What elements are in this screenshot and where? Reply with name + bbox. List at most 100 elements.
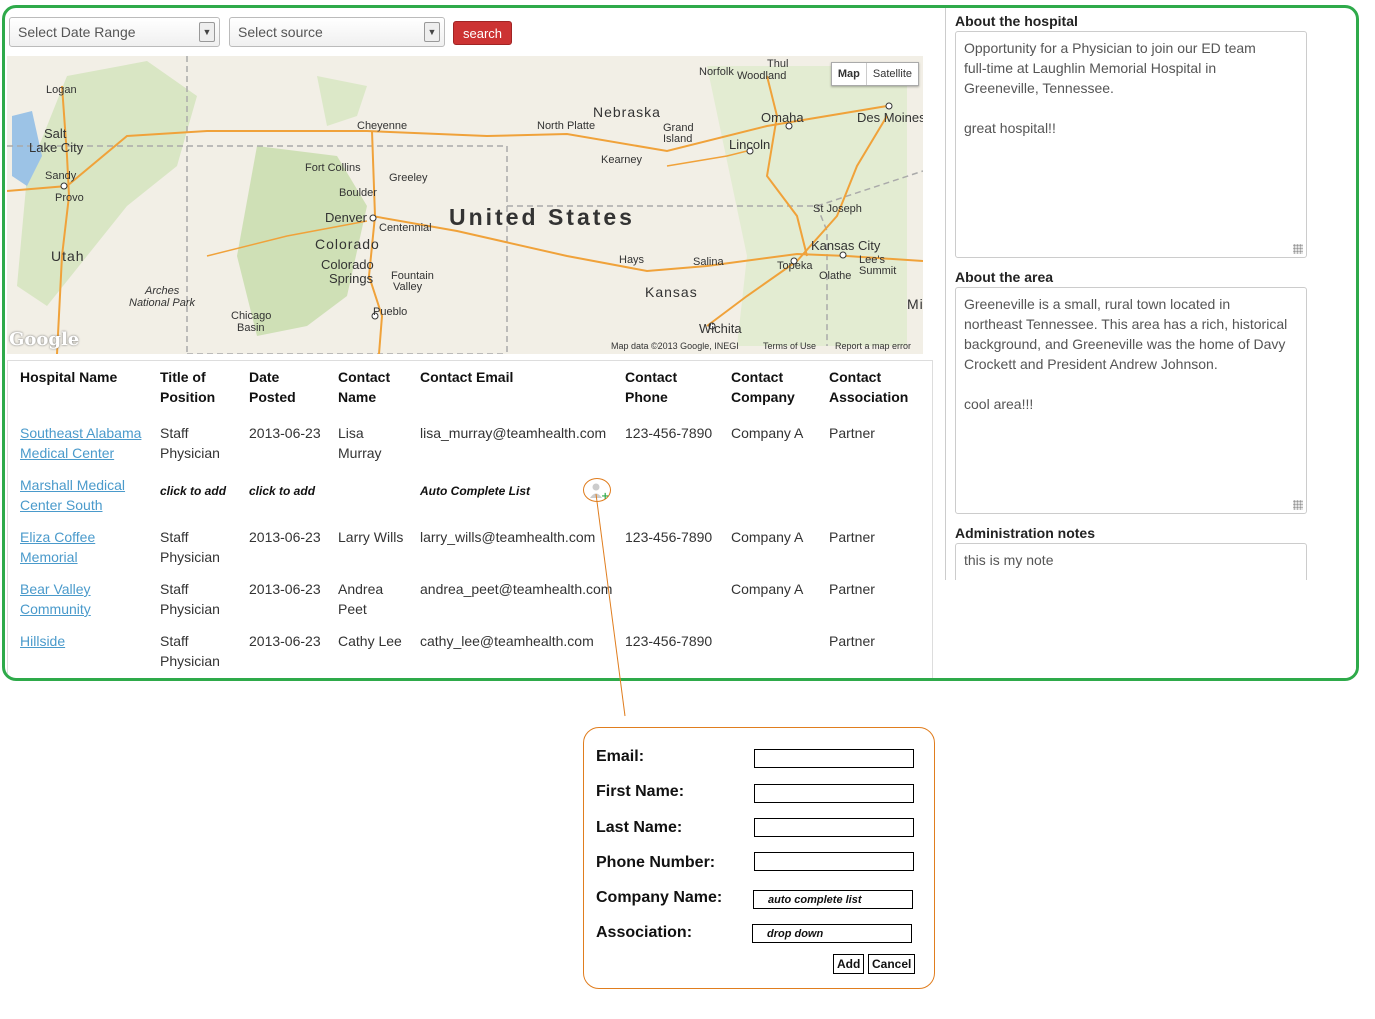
date-cell: 2013-06-23: [249, 529, 321, 545]
map-label: Island: [663, 133, 693, 145]
last-name-label: Last Name:: [596, 819, 683, 836]
report-map-error-link[interactable]: Report a map error: [835, 341, 911, 351]
cancel-button[interactable]: Cancel: [868, 954, 916, 974]
map-view[interactable]: Logan Salt Lake City Sandy Provo Utah Ar…: [7, 56, 923, 354]
contact-name-cell: [332, 471, 414, 523]
title-click-to-add[interactable]: click to add: [154, 471, 243, 523]
map-label: Hays: [619, 254, 645, 266]
date-click-to-add[interactable]: click to add: [243, 471, 332, 523]
table-row: Hillside Staff Physician 2013-06-23 Cathy…: [14, 627, 923, 678]
date-cell: 2013-06-23: [249, 633, 321, 649]
map-type-map-button[interactable]: Map: [832, 63, 867, 85]
map-label: Thul: [767, 58, 789, 70]
map-label: Lincoln: [729, 137, 771, 152]
column-header: Contact Company: [731, 369, 795, 405]
contact-phone-cell: 123-456-7890: [625, 633, 713, 649]
contact-name-cell: Larry Wills: [338, 529, 404, 545]
hospital-link[interactable]: Eliza Coffee Memorial: [20, 529, 95, 565]
map-label: St Joseph: [813, 203, 862, 215]
contact-phone-cell: 123-456-7890: [625, 529, 713, 545]
about-area-title: About the area: [955, 269, 1054, 285]
about-hospital-textarea[interactable]: Opportunity for a Physician to join our …: [955, 31, 1307, 258]
city-marker-denver: [369, 214, 377, 222]
chevron-down-icon: ▼: [424, 22, 440, 42]
map-label: Colorado: [315, 236, 380, 252]
title-cell: Staff Physician: [160, 581, 220, 617]
contact-association-cell: Partner: [829, 529, 875, 545]
contact-email-cell: andrea_peet@teamhealth.com: [420, 581, 613, 597]
phone-number-field[interactable]: [754, 852, 914, 871]
map-label: Sandy: [45, 170, 77, 182]
column-header: Title of Position: [160, 369, 216, 405]
map-label: Boulder: [339, 187, 377, 199]
resize-grip-icon[interactable]: [1293, 500, 1303, 510]
map-label: Logan: [46, 84, 77, 96]
company-name-label: Company Name:: [596, 889, 723, 906]
left-column: Select Date Range ▼ Select source ▼ sear…: [5, 8, 943, 678]
last-name-field[interactable]: [754, 818, 914, 837]
association-dropdown[interactable]: [752, 924, 912, 943]
contact-company-cell: Company A: [731, 581, 804, 597]
map-label: Colorado: [321, 257, 374, 272]
contact-name-cell: Lisa Murray: [338, 425, 382, 461]
admin-notes-title: Administration notes: [955, 525, 1096, 541]
terms-of-use-link[interactable]: Terms of Use: [763, 341, 816, 351]
map-label: Omaha: [761, 110, 804, 125]
hospital-link[interactable]: Bear Valley Community: [20, 581, 91, 617]
title-cell: Staff Physician: [160, 425, 220, 461]
resize-grip-icon[interactable]: [1293, 244, 1303, 254]
map-label: Cheyenne: [357, 120, 408, 132]
first-name-label: First Name:: [596, 783, 685, 800]
map-label: Fort Collins: [305, 162, 361, 174]
map-label-country: United States: [449, 204, 635, 230]
map-label: Chicago: [231, 310, 272, 322]
map-type-satellite-button[interactable]: Satellite: [867, 63, 918, 85]
date-range-select[interactable]: Select Date Range ▼: [9, 17, 220, 47]
contact-association-cell: Partner: [829, 633, 875, 649]
add-button[interactable]: Add: [833, 954, 865, 974]
first-name-field[interactable]: [754, 784, 914, 803]
hospital-cell: Hillside: [14, 627, 154, 678]
contact-phone-cell: [619, 471, 725, 523]
city-marker-provo: [60, 182, 68, 190]
google-logo: Google: [9, 329, 80, 350]
column-header: Contact Association: [829, 369, 909, 405]
search-button[interactable]: search: [453, 21, 512, 45]
contact-name-cell: Andrea Peet: [338, 581, 384, 617]
map-label: Greeley: [389, 172, 428, 184]
table-row: Bear Valley Community Staff Physician 2013…: [14, 575, 923, 627]
map-label: Utah: [51, 248, 85, 264]
contact-company-cell: Company A: [731, 529, 804, 545]
map-label: Lake City: [29, 140, 84, 155]
map-label: Wichita: [699, 321, 742, 336]
map-label: Kearney: [601, 154, 642, 166]
column-header: Hospital Name: [20, 369, 118, 385]
map-label: Woodland: [737, 70, 787, 82]
company-name-autocomplete[interactable]: [753, 890, 913, 909]
hospital-cell: Southeast Alabama Medical Center: [14, 419, 154, 471]
map-label: Pueblo: [373, 306, 408, 318]
add-user-icon: +: [590, 483, 609, 502]
admin-notes-text: this is my note: [964, 552, 1054, 568]
map-label: Basin: [237, 322, 265, 334]
map-label: Springs: [329, 271, 374, 286]
chevron-down-icon: ▼: [199, 22, 215, 42]
hospital-link[interactable]: Marshall Medical Center South: [20, 477, 125, 513]
terrain-utah: [17, 61, 197, 306]
add-contact-button[interactable]: +: [583, 478, 611, 502]
city-marker-des-moines: [885, 102, 893, 110]
association-label: Association:: [596, 924, 693, 941]
contact-email-cell: cathy_lee@teamhealth.com: [420, 633, 594, 649]
title-cell: Staff Physician: [160, 529, 220, 565]
postings-table: Hospital Name Title of Position Date Poste…: [14, 363, 923, 678]
source-select[interactable]: Select source ▼: [229, 17, 445, 47]
hospital-link[interactable]: Hillside: [20, 633, 65, 649]
email-field[interactable]: [754, 749, 914, 768]
postings-table-container: Hospital Name Title of Position Date Poste…: [7, 360, 933, 678]
map-label: Olathe: [819, 270, 852, 282]
date-cell: 2013-06-23: [249, 581, 321, 597]
contact-name-cell: Cathy Lee: [338, 633, 402, 649]
hospital-link[interactable]: Southeast Alabama Medical Center: [20, 425, 141, 461]
map-data-attribution: Map data ©2013 Google, INEGI: [611, 341, 739, 351]
about-area-textarea[interactable]: Greeneville is a small, rural town locat…: [955, 287, 1307, 514]
